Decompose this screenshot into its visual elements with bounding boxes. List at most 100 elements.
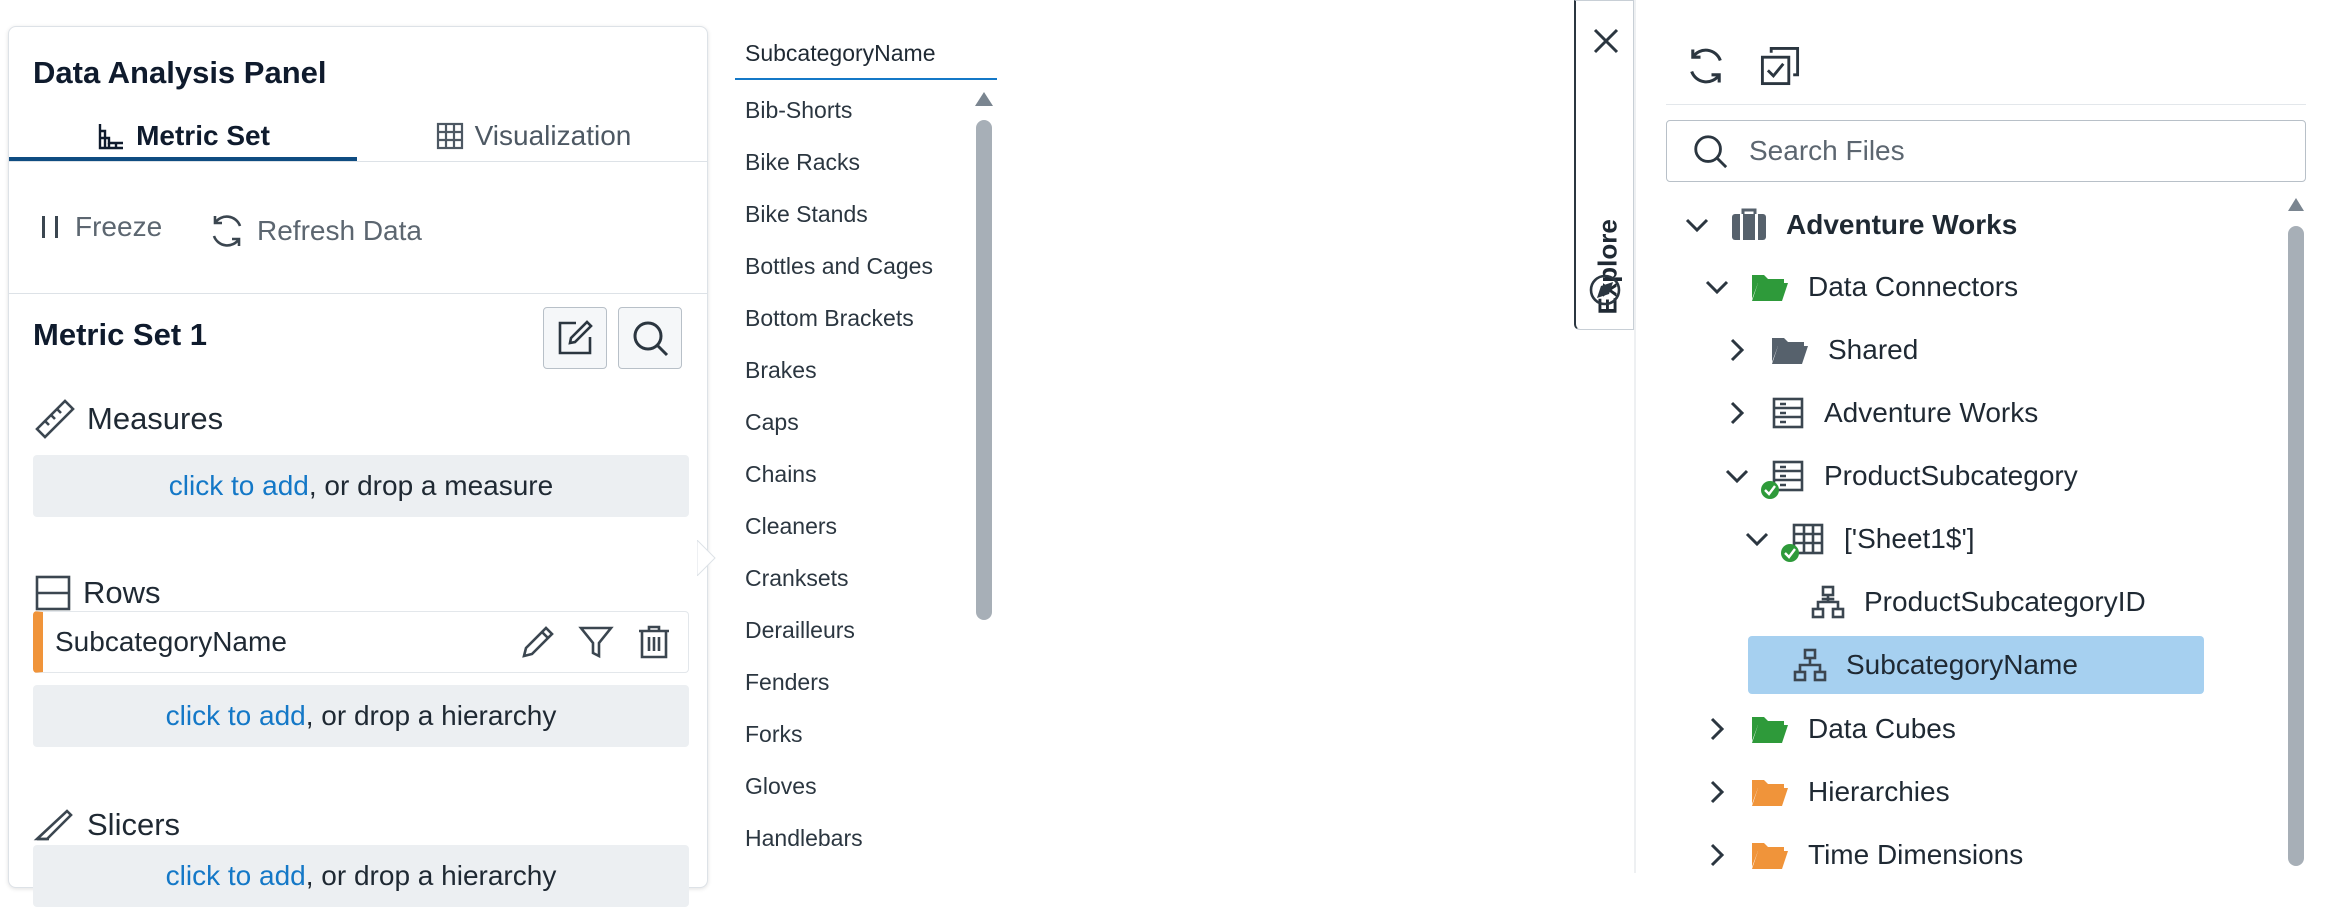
tree-node-label: ['Sheet1$'] <box>1844 523 1975 555</box>
slicers-header: Slicers <box>33 805 180 845</box>
search-input[interactable] <box>1747 134 2291 168</box>
chevron-down-icon[interactable] <box>1702 272 1732 302</box>
explore-tab[interactable]: Explore <box>1574 0 1634 330</box>
refresh-icon <box>207 211 257 251</box>
tab-label: Visualization <box>475 120 632 152</box>
tree-node-data-cubes[interactable]: Data Cubes <box>1702 700 1956 758</box>
list-item[interactable]: Bottles and Cages <box>735 240 975 292</box>
briefcase-icon <box>1730 208 1768 242</box>
list-item[interactable]: Bike Stands <box>735 188 975 240</box>
freeze-button[interactable]: Freeze <box>37 211 162 243</box>
list-item[interactable]: Derailleurs <box>735 604 975 656</box>
drop-hint: , or drop a hierarchy <box>306 860 557 892</box>
tree-node-productsubcategory[interactable]: ProductSubcategory <box>1722 447 2078 505</box>
click-to-add-link[interactable]: click to add <box>166 700 306 732</box>
measures-label: Measures <box>87 401 223 437</box>
tab-visualization[interactable]: Visualization <box>359 115 707 157</box>
list-item[interactable]: Cleaners <box>735 500 975 552</box>
list-item[interactable]: Handlebars <box>735 812 975 864</box>
popup-pointer <box>697 540 717 576</box>
tree-node-label: Adventure Works <box>1786 209 2017 241</box>
close-icon[interactable] <box>1590 25 1622 57</box>
check-badge-icon <box>1760 480 1780 500</box>
tree-node-adventure-works-connector[interactable]: Adventure Works <box>1722 384 2038 442</box>
hierarchy-icon <box>1792 647 1828 683</box>
data-connector-icon <box>1770 395 1806 431</box>
tree-node-subcategoryname[interactable]: SubcategoryName <box>1748 636 2204 694</box>
drop-hint: , or drop a measure <box>309 470 553 502</box>
rows-icon <box>33 573 83 613</box>
filter-icon[interactable] <box>572 618 620 666</box>
list-item[interactable]: Fenders <box>735 656 975 708</box>
list-item[interactable]: Bib-Shorts <box>735 84 975 136</box>
search-icon <box>630 318 670 358</box>
panel-title: Data Analysis Panel <box>33 55 327 91</box>
check-badge-icon <box>1780 543 1800 563</box>
search-files-box[interactable] <box>1666 120 2306 182</box>
tree-scrollbar[interactable] <box>2288 226 2304 866</box>
list-item[interactable]: Chains <box>735 448 975 500</box>
tree-node-adventure-works[interactable]: Adventure Works <box>1682 196 2017 254</box>
freeze-label: Freeze <box>75 211 162 243</box>
list-item[interactable]: Bottom Brackets <box>735 292 975 344</box>
pause-icon <box>37 212 75 242</box>
tree-node-label: Adventure Works <box>1824 397 2038 429</box>
tree-node-label: Time Dimensions <box>1808 839 2023 871</box>
chevron-down-icon[interactable] <box>1742 524 1772 554</box>
tree-node-label: Shared <box>1828 334 1918 366</box>
list-item[interactable]: Caps <box>735 396 975 448</box>
list-scrollbar[interactable] <box>976 120 992 620</box>
list-item[interactable]: Forks <box>735 708 975 760</box>
scroll-up-arrow[interactable] <box>2288 198 2304 211</box>
refresh-icon[interactable] <box>1684 44 1728 88</box>
row-field-label: SubcategoryName <box>55 626 514 658</box>
multi-select-icon[interactable] <box>1758 44 1802 88</box>
click-to-add-link[interactable]: click to add <box>166 860 306 892</box>
tree-node-time-dimensions[interactable]: Time Dimensions <box>1702 826 2023 884</box>
tree-node-sheet1[interactable]: ['Sheet1$'] <box>1742 510 1975 568</box>
tree-node-data-connectors[interactable]: Data Connectors <box>1702 258 2018 316</box>
chevron-right-icon[interactable] <box>1722 398 1752 428</box>
table-icon <box>1790 521 1826 557</box>
tree-node-shared[interactable]: Shared <box>1722 321 1918 379</box>
measures-drop-zone[interactable]: click to add , or drop a measure <box>33 455 689 517</box>
divider <box>9 293 707 294</box>
list-item[interactable]: Cranksets <box>735 552 975 604</box>
metric-set-icon <box>96 121 136 151</box>
list-item[interactable]: Gloves <box>735 760 975 812</box>
click-to-add-link[interactable]: click to add <box>169 470 309 502</box>
refresh-data-button[interactable]: Refresh Data <box>207 211 422 251</box>
hierarchy-icon <box>1810 584 1846 620</box>
tree-node-label: Data Connectors <box>1808 271 2018 303</box>
slicers-label: Slicers <box>87 807 180 843</box>
tree-node-hierarchies[interactable]: Hierarchies <box>1702 763 1950 821</box>
tab-metric-set[interactable]: Metric Set <box>9 115 357 161</box>
chevron-down-icon[interactable] <box>1682 210 1712 240</box>
slicers-drop-zone[interactable]: click to add , or drop a hierarchy <box>33 845 689 907</box>
data-connector-icon <box>1770 458 1806 494</box>
ruler-icon <box>33 397 87 441</box>
chevron-right-icon[interactable] <box>1722 335 1752 365</box>
list-item[interactable]: Brakes <box>735 344 975 396</box>
edit-metric-set-button[interactable] <box>543 307 607 369</box>
folder-open-icon <box>1750 713 1790 745</box>
chevron-right-icon[interactable] <box>1702 714 1732 744</box>
rows-label: Rows <box>83 575 161 611</box>
refresh-data-label: Refresh Data <box>257 215 422 247</box>
scroll-up-arrow[interactable] <box>975 92 993 106</box>
pencil-icon[interactable] <box>514 618 562 666</box>
rows-drop-zone[interactable]: click to add , or drop a hierarchy <box>33 685 689 747</box>
chevron-down-icon[interactable] <box>1722 461 1752 491</box>
value-list: Bib-Shorts Bike Racks Bike Stands Bottle… <box>735 84 975 864</box>
metric-set-title: Metric Set 1 <box>33 317 207 353</box>
chevron-right-icon[interactable] <box>1702 777 1732 807</box>
row-field-subcategory[interactable]: SubcategoryName <box>33 611 689 673</box>
search-metric-set-button[interactable] <box>618 307 682 369</box>
tree-node-label: Data Cubes <box>1808 713 1956 745</box>
list-item[interactable]: Bike Racks <box>735 136 975 188</box>
divider <box>9 161 707 162</box>
tree-node-productsubcategoryid[interactable]: ProductSubcategoryID <box>1792 573 2146 631</box>
chevron-right-icon[interactable] <box>1702 840 1732 870</box>
trash-icon[interactable] <box>630 618 678 666</box>
folder-open-icon <box>1750 271 1790 303</box>
